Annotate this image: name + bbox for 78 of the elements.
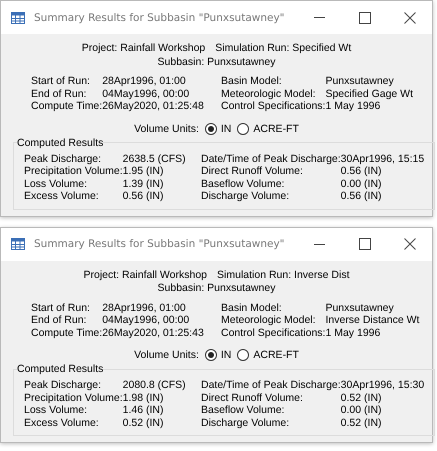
close-icon[interactable] bbox=[404, 238, 416, 250]
group-title: Computed Results bbox=[17, 136, 104, 148]
field-label: Peak Discharge: bbox=[24, 152, 102, 165]
field-label: Compute Time: bbox=[31, 326, 102, 339]
field-value: 1.95 (IN) bbox=[122, 165, 164, 178]
field-value: 1 May 1996 bbox=[325, 326, 382, 339]
field-value: 0.56 (IN) bbox=[122, 190, 164, 202]
header-text: Project: Rainfall Workshop bbox=[83, 268, 208, 282]
volume-units-label: Volume Units: bbox=[134, 349, 199, 361]
field-value: 30Apr1996, 15:30 bbox=[340, 379, 424, 392]
field-label: Meteorologic Model: bbox=[221, 314, 317, 326]
field-value: 1 May 1996 bbox=[325, 100, 382, 112]
field-label: End of Run: bbox=[31, 88, 88, 100]
field-label: Basin Model: bbox=[221, 75, 283, 88]
field-label: Excess Volume: bbox=[24, 416, 100, 429]
field-label: Meteorologic Model: bbox=[221, 88, 317, 100]
field-value: 0.52 (IN) bbox=[122, 416, 164, 429]
field-label: Precipitation Volume: bbox=[24, 165, 123, 178]
field-label: Peak Discharge: bbox=[24, 379, 102, 392]
field-value: 28Apr1996, 01:00 bbox=[102, 302, 187, 314]
window-title: Summary Results for Subbasin "Punxsutawney" bbox=[34, 12, 286, 24]
field-label: Date/Time of Peak Discharge: bbox=[201, 379, 341, 392]
field-value: Inverse Distance Wt bbox=[325, 314, 420, 326]
field-label: Loss Volume: bbox=[24, 178, 88, 190]
field-label: Baseflow Volume: bbox=[201, 178, 286, 190]
field-value: Punxsutawney bbox=[325, 302, 395, 314]
field-label: Precipitation Volume: bbox=[24, 392, 123, 404]
maximize-icon[interactable] bbox=[358, 238, 370, 250]
radio-button[interactable]: IN bbox=[204, 349, 232, 361]
field-value: 2080.8 (CFS) bbox=[122, 379, 186, 392]
field-label: Baseflow Volume: bbox=[201, 404, 286, 416]
field-value: 0.52 (IN) bbox=[340, 392, 383, 404]
field-label: Loss Volume: bbox=[24, 404, 88, 416]
field-value: 1.46 (IN) bbox=[122, 404, 164, 416]
field-label: Control Specifications: bbox=[221, 100, 326, 112]
header-text: Subbasin: Punxsutawney bbox=[158, 56, 276, 69]
table-icon bbox=[11, 12, 25, 24]
field-value: 1.98 (IN) bbox=[122, 392, 164, 404]
maximize-icon[interactable] bbox=[358, 12, 370, 24]
field-value: 28Apr1996, 01:00 bbox=[102, 75, 187, 88]
field-value: 0.56 (IN) bbox=[340, 190, 383, 202]
field-label: Compute Time: bbox=[31, 100, 102, 112]
field-value: 26May2020, 01:25:43 bbox=[102, 326, 204, 339]
group-title: Computed Results bbox=[17, 363, 104, 375]
table-icon bbox=[11, 238, 25, 250]
volume-units-label: Volume Units: bbox=[134, 122, 199, 134]
field-label: Basin Model: bbox=[221, 302, 283, 314]
field-label: Direct Runoff Volume: bbox=[201, 392, 304, 404]
field-value: Specified Gage Wt bbox=[325, 88, 414, 100]
field-label: Discharge Volume: bbox=[201, 190, 290, 202]
radio-button[interactable]: ACRE-FT bbox=[237, 122, 299, 134]
radio-button[interactable]: ACRE-FT bbox=[237, 349, 299, 361]
field-label: Direct Runoff Volume: bbox=[201, 165, 304, 178]
close-icon[interactable] bbox=[404, 12, 416, 24]
field-label: Excess Volume: bbox=[24, 190, 100, 202]
field-value: 04May1996, 00:00 bbox=[102, 88, 190, 100]
field-value: 26May2020, 01:25:48 bbox=[102, 100, 204, 112]
field-label: Discharge Volume: bbox=[201, 416, 290, 429]
field-value: 2638.5 (CFS) bbox=[122, 152, 186, 165]
field-label: Start of Run: bbox=[31, 75, 91, 88]
radio-button[interactable]: IN bbox=[204, 122, 232, 134]
field-label: Date/Time of Peak Discharge: bbox=[201, 152, 341, 165]
field-label: End of Run: bbox=[31, 314, 88, 326]
field-value: Punxsutawney bbox=[325, 75, 395, 88]
field-label: Control Specifications: bbox=[221, 326, 326, 339]
field-value: 0.52 (IN) bbox=[340, 416, 383, 429]
header-text: Subbasin: Punxsutawney bbox=[158, 282, 276, 296]
header-text: Project: Rainfall Workshop bbox=[82, 42, 206, 56]
window-title: Summary Results for Subbasin "Punxsutawney" bbox=[34, 238, 286, 250]
field-value: 0.00 (IN) bbox=[340, 178, 383, 190]
field-value: 0.00 (IN) bbox=[340, 404, 383, 416]
header-text: Simulation Run: Specified Wt bbox=[215, 42, 352, 56]
field-value: 30Apr1996, 15:15 bbox=[340, 152, 424, 165]
field-value: 04May1996, 00:00 bbox=[102, 314, 190, 326]
field-value: 1.39 (IN) bbox=[122, 178, 164, 190]
field-label: Start of Run: bbox=[31, 302, 91, 314]
field-value: 0.56 (IN) bbox=[340, 165, 383, 178]
header-text: Simulation Run: Inverse Dist bbox=[217, 268, 350, 282]
